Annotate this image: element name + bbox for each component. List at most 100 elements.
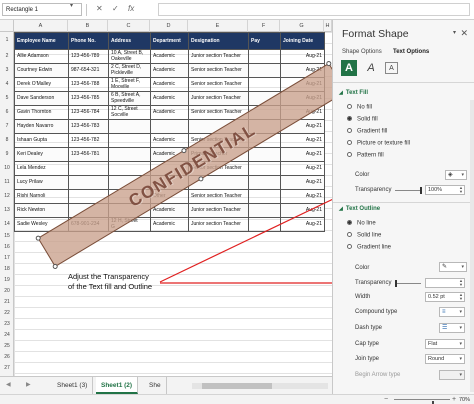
tab-prev-icon[interactable]: ◀ — [6, 381, 11, 388]
row-header[interactable]: 7 — [0, 119, 14, 133]
formula-input[interactable] — [158, 3, 470, 16]
table-cell[interactable]: Senior section Teacher — [188, 77, 249, 92]
row-header[interactable]: 16 — [0, 242, 14, 253]
sheet-tab[interactable]: She — [144, 377, 167, 394]
row-header[interactable]: 12 — [0, 189, 14, 203]
row-header[interactable]: 5 — [0, 91, 14, 105]
table-cell[interactable]: Lela Mendez — [14, 161, 69, 176]
table-cell[interactable]: 987-654-321 — [68, 63, 109, 78]
fx-icon[interactable]: fx — [128, 4, 134, 13]
table-cell[interactable]: Derek O'Malley — [14, 77, 69, 92]
column-header[interactable]: E — [188, 20, 248, 32]
table-cell[interactable]: Lucy Prilaw — [14, 175, 69, 190]
column-header[interactable]: D — [150, 20, 188, 32]
row-header[interactable]: 9 — [0, 147, 14, 161]
radio-pattern-fill[interactable]: Pattern fill — [347, 152, 384, 159]
column-header[interactable]: A — [14, 20, 68, 32]
table-cell[interactable]: 123-456-785 — [68, 91, 109, 106]
radio-button[interactable] — [347, 128, 352, 133]
sheet-tab[interactable]: Sheet1 (3) — [52, 377, 94, 394]
table-cell[interactable]: Senior section Teacher — [188, 189, 249, 204]
zoom-level[interactable]: 70% — [459, 395, 470, 404]
table-cell[interactable]: Junior section Teacher — [188, 49, 249, 64]
table-cell[interactable]: Academic — [150, 105, 189, 120]
column-heading[interactable]: Address — [108, 32, 151, 50]
text-effects-icon[interactable]: A — [363, 60, 379, 76]
table-cell[interactable] — [108, 119, 151, 134]
table-cell[interactable]: Academic — [150, 63, 189, 78]
table-cell[interactable]: 2 C, Street D, Pickleville — [108, 63, 151, 78]
row-header[interactable]: 14 — [0, 217, 14, 231]
row-header[interactable]: 19 — [0, 275, 14, 286]
table-cell[interactable]: 123-456-788 — [68, 77, 109, 92]
table-cell[interactable]: 123-456-782 — [68, 133, 109, 148]
table-cell[interactable]: 123-456-783 — [68, 119, 109, 134]
radio-no-fill[interactable]: No fill — [347, 104, 372, 111]
table-cell[interactable]: 6 B, Street A, Speedville — [108, 91, 151, 106]
table-cell[interactable]: Junior section Teacher — [188, 217, 249, 232]
row-header[interactable]: 17 — [0, 253, 14, 264]
radio-solid-line[interactable]: Solid line — [347, 232, 381, 239]
confirm-icon[interactable]: ✓ — [112, 4, 119, 13]
row-header[interactable]: 21 — [0, 297, 14, 308]
radio-button[interactable] — [347, 152, 352, 157]
table-cell[interactable]: Academic — [150, 217, 189, 232]
scroll-thumb[interactable] — [202, 383, 272, 389]
table-cell[interactable]: Ishaan Gupta — [14, 133, 69, 148]
zoom-slider[interactable] — [394, 399, 450, 404]
slider-thumb[interactable] — [420, 187, 422, 194]
row-header[interactable]: 18 — [0, 264, 14, 275]
name-box-dropdown-icon[interactable]: ▾ — [70, 2, 73, 9]
row-header[interactable]: 25 — [0, 341, 14, 352]
slider-thumb[interactable] — [395, 280, 397, 287]
table-cell[interactable] — [248, 63, 281, 78]
table-cell[interactable] — [248, 189, 281, 204]
pane-scrollbar[interactable] — [470, 100, 474, 392]
column-heading[interactable]: Designation — [188, 32, 249, 50]
row-header[interactable]: 13 — [0, 203, 14, 217]
sheet-tab[interactable]: Sheet1 (2) — [96, 377, 139, 394]
radio-button[interactable] — [347, 232, 352, 237]
table-cell[interactable]: Dave Sanderson — [14, 91, 69, 106]
table-cell[interactable] — [248, 161, 281, 176]
column-heading[interactable]: Joining Date — [280, 32, 325, 50]
outline-color-picker[interactable]: ✎ ▾ — [439, 262, 467, 272]
radio-gradient-fill[interactable]: Gradient fill — [347, 128, 387, 135]
table-cell[interactable]: Aug-21 — [280, 133, 325, 148]
table-cell[interactable]: Courtney Edwin — [14, 63, 69, 78]
table-cell[interactable]: Academic — [150, 91, 189, 106]
row-header[interactable]: 3 — [0, 63, 14, 77]
table-cell[interactable]: Aug-21 — [280, 203, 325, 218]
compound-type-dropdown[interactable]: ≡ ▾ — [439, 307, 465, 317]
table-cell[interactable] — [248, 49, 281, 64]
outline-transparency-input[interactable]: ▲ ▼ — [425, 278, 465, 288]
table-cell[interactable]: 10 A, Street B, Oakeville — [108, 49, 151, 64]
row-header[interactable]: 10 — [0, 161, 14, 175]
radio-gradient-line[interactable]: Gradient line — [347, 244, 391, 251]
tab-text-options[interactable]: Text Options — [393, 49, 429, 55]
select-all-corner[interactable] — [0, 20, 14, 32]
row-header[interactable]: 4 — [0, 77, 14, 91]
cancel-icon[interactable]: ✕ — [96, 4, 103, 13]
column-header[interactable]: G — [280, 20, 324, 32]
spinner-icon[interactable]: ▲ ▼ — [459, 186, 463, 194]
table-cell[interactable] — [248, 203, 281, 218]
row-header[interactable]: 15 — [0, 231, 14, 242]
column-heading[interactable]: Department — [150, 32, 189, 50]
column-heading[interactable]: Pay — [248, 32, 281, 50]
outline-width-input[interactable]: 0.52 pt ▲ ▼ — [425, 292, 465, 302]
table-cell[interactable]: Hayden Navarro — [14, 119, 69, 134]
table-cell[interactable]: Academic — [150, 133, 189, 148]
table-cell[interactable]: Aug-21 — [280, 147, 325, 162]
fill-transparency-slider[interactable] — [395, 187, 422, 194]
table-cell[interactable]: Rishi Narnoli — [14, 189, 69, 204]
column-heading[interactable]: Employee Name — [14, 32, 69, 50]
table-cell[interactable] — [108, 133, 151, 148]
table-cell[interactable]: Aug-21 — [280, 161, 325, 176]
radio-picture-fill[interactable]: Picture or texture fill — [347, 140, 410, 147]
dash-type-dropdown[interactable]: ☰ ▾ — [439, 323, 465, 333]
table-cell[interactable]: 123-456-781 — [68, 147, 109, 162]
close-icon[interactable]: ✕ — [460, 28, 468, 39]
table-cell[interactable]: Senior section Teacher — [188, 63, 249, 78]
table-cell[interactable] — [108, 147, 151, 162]
